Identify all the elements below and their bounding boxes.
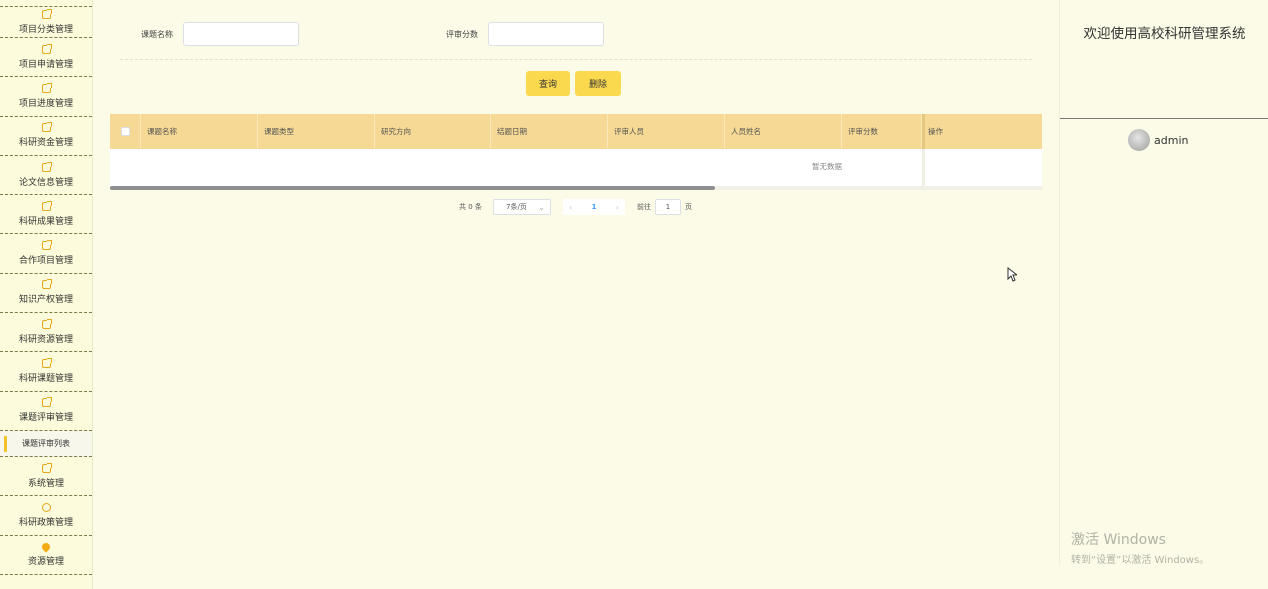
edit-icon xyxy=(41,82,52,93)
sidebar-item-research-policy[interactable]: 科研政策管理 xyxy=(0,496,92,536)
page-nav: ‹ 1 › xyxy=(563,199,625,215)
chevron-down-icon: ⌄ xyxy=(538,203,545,212)
edit-icon xyxy=(41,240,52,251)
page-number[interactable]: 1 xyxy=(592,203,597,211)
watermark-title: 激活 Windows xyxy=(1071,532,1166,548)
system-icon xyxy=(41,462,52,473)
edit-icon xyxy=(41,358,52,369)
page-size-value: 7条/页 xyxy=(506,203,527,211)
fixed-column-shadow xyxy=(922,149,925,186)
username[interactable]: admin xyxy=(1154,134,1188,147)
query-button[interactable]: 查询 xyxy=(526,71,570,96)
pagination: 共 0 条 7条/页 ⌄ ‹ 1 › 前往 1 页 xyxy=(110,199,1042,215)
select-all-checkbox[interactable] xyxy=(120,127,130,136)
sidebar-item-label: 项目进度管理 xyxy=(18,98,73,109)
right-panel: 欢迎使用高校科研管理系统 admin xyxy=(1059,0,1268,565)
sidebar-item-research-resources[interactable]: 科研资源管理 xyxy=(0,313,92,353)
table-header: 课题名称 课题类型 研究方向 结题日期 评审人员 人员姓名 评审分数 操作 xyxy=(110,114,1042,149)
sidebar-item-label: 知识产权管理 xyxy=(18,295,73,306)
horizontal-scrollbar[interactable] xyxy=(110,186,1042,190)
sidebar-item-resources[interactable]: 资源管理 xyxy=(0,536,92,575)
search-form: 课题名称 评审分数 xyxy=(110,22,1042,46)
scrollbar-thumb[interactable] xyxy=(110,186,715,190)
edit-icon xyxy=(41,161,52,172)
sidebar-subitem-label: 课题评审列表 xyxy=(22,438,70,448)
column-header[interactable]: 课题名称 xyxy=(141,114,258,149)
topic-name-label: 课题名称 xyxy=(141,30,173,39)
next-page-button[interactable]: › xyxy=(616,203,619,212)
sidebar-item-label: 科研政策管理 xyxy=(18,517,73,528)
prev-page-button[interactable]: ‹ xyxy=(569,203,572,212)
sidebar-item-cooperation-projects[interactable]: 合作项目管理 xyxy=(0,234,92,274)
location-icon xyxy=(40,541,52,553)
page-suffix: 页 xyxy=(685,203,692,211)
edit-icon xyxy=(41,200,52,211)
sidebar-item-paper-info[interactable]: 论文信息管理 xyxy=(0,156,92,196)
avatar[interactable] xyxy=(1128,129,1150,151)
review-score-input[interactable] xyxy=(488,22,604,46)
goto-page-input[interactable]: 1 xyxy=(655,199,681,215)
divider xyxy=(120,59,1032,60)
column-header[interactable]: 研究方向 xyxy=(375,114,491,149)
sidebar-item-project-category[interactable]: 项目分类管理 xyxy=(0,6,92,38)
sidebar-item-label: 合作项目管理 xyxy=(18,256,73,267)
edit-icon xyxy=(41,43,52,54)
divider xyxy=(1060,118,1268,119)
sidebar-item-label: 论文信息管理 xyxy=(18,177,73,188)
column-header[interactable]: 评审分数 xyxy=(842,114,922,149)
sidebar-item-label: 资源管理 xyxy=(27,556,64,567)
edit-icon xyxy=(41,8,52,19)
fixed-column-shadow xyxy=(922,114,925,149)
main-content: 课题名称 评审分数 查询 删除 课题名称 课题类型 研究方向 结题日期 评审人员… xyxy=(110,0,1042,589)
column-header[interactable]: 评审人员 xyxy=(608,114,725,149)
sidebar-item-label: 项目申请管理 xyxy=(18,59,73,70)
data-table: 课题名称 课题类型 研究方向 结题日期 评审人员 人员姓名 评审分数 操作 暂无… xyxy=(110,114,1042,190)
mouse-cursor-icon xyxy=(1007,267,1017,282)
edit-icon xyxy=(41,122,52,133)
empty-state-text: 暂无数据 xyxy=(812,162,842,171)
sidebar-item-research-topics[interactable]: 科研课题管理 xyxy=(0,352,92,392)
sidebar-item-label: 科研成果管理 xyxy=(18,216,73,227)
info-icon xyxy=(41,502,51,512)
sidebar-item-label: 科研资源管理 xyxy=(18,334,73,345)
total-count: 共 0 条 xyxy=(459,203,482,211)
sidebar-item-project-progress[interactable]: 项目进度管理 xyxy=(0,77,92,117)
topic-name-input[interactable] xyxy=(183,22,299,46)
sidebar-item-intellectual-property[interactable]: 知识产权管理 xyxy=(0,274,92,314)
sidebar-item-label: 科研课题管理 xyxy=(18,374,73,385)
sidebar-item-research-funds[interactable]: 科研资金管理 xyxy=(0,117,92,156)
table-body: 暂无数据 xyxy=(110,114,1042,186)
watermark-subtitle: 转到“设置”以激活 Windows。 xyxy=(1071,555,1210,566)
column-header: 操作 xyxy=(928,127,943,136)
sidebar-item-label: 科研资金管理 xyxy=(18,138,73,149)
review-score-label: 评审分数 xyxy=(446,30,478,39)
edit-icon xyxy=(41,397,52,408)
column-header[interactable]: 人员姓名 xyxy=(725,114,842,149)
column-header[interactable]: 课题类型 xyxy=(258,114,375,149)
windows-activation-watermark: 激活 Windows 转到“设置”以激活 Windows。 xyxy=(1071,529,1209,566)
sidebar-item-topic-review[interactable]: 课题评审管理 xyxy=(0,392,92,431)
goto-label: 前往 xyxy=(637,203,651,211)
sidebar: 项目分类管理 项目申请管理 项目进度管理 科研资金管理 论文信息管理 科研成果管… xyxy=(0,0,93,589)
sidebar-item-label: 课题评审管理 xyxy=(18,413,73,424)
edit-icon xyxy=(41,318,52,329)
sidebar-subitem-topic-review-list[interactable]: 课题评审列表 xyxy=(0,430,92,457)
page-size-select[interactable]: 7条/页 ⌄ xyxy=(493,199,551,215)
welcome-title: 欢迎使用高校科研管理系统 xyxy=(1083,26,1246,42)
sidebar-item-research-results[interactable]: 科研成果管理 xyxy=(0,195,92,235)
sidebar-item-label: 项目分类管理 xyxy=(18,24,73,35)
sidebar-item-project-application[interactable]: 项目申请管理 xyxy=(0,38,92,78)
delete-button[interactable]: 删除 xyxy=(575,71,621,96)
column-header[interactable]: 结题日期 xyxy=(491,114,608,149)
select-all-cell xyxy=(110,114,141,149)
edit-icon xyxy=(41,279,52,290)
sidebar-item-system[interactable]: 系统管理 xyxy=(0,457,92,497)
sidebar-item-label: 系统管理 xyxy=(27,478,64,489)
